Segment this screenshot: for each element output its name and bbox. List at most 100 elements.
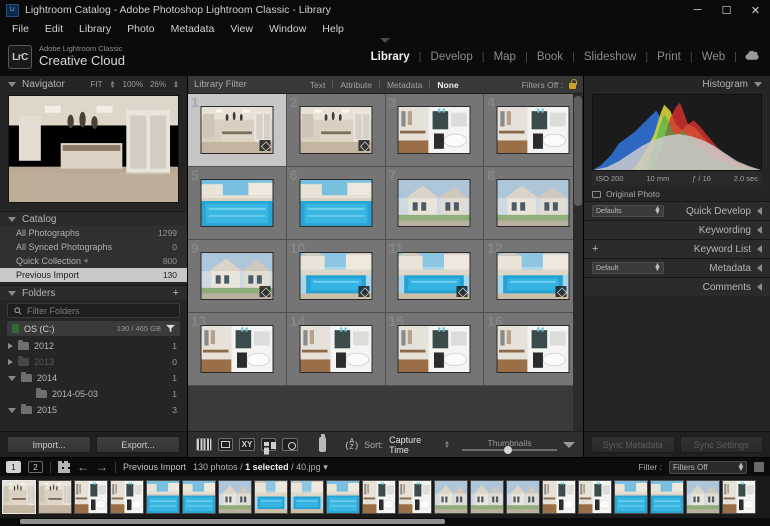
- section-disclosure-icon[interactable]: [757, 283, 762, 291]
- filmstrip-thumbnail[interactable]: [650, 480, 684, 514]
- grid-cell[interactable]: 12: [484, 240, 583, 313]
- loupe-view-icon[interactable]: [217, 438, 234, 451]
- grid-view[interactable]: 1 2 3 4 5 6 7 8 9 10 11 12 13 14 15 16: [188, 94, 583, 431]
- count-caret-icon[interactable]: ▾: [323, 462, 328, 472]
- folder-row[interactable]: 2012 1: [0, 338, 187, 354]
- original-photo-checkbox[interactable]: [592, 190, 601, 198]
- filter-tab-text[interactable]: Text: [303, 80, 333, 90]
- filmstrip-thumbnail[interactable]: [110, 480, 144, 514]
- grid-thumbnail[interactable]: [200, 106, 274, 154]
- filter-badge-icon[interactable]: [754, 462, 764, 472]
- grid-thumbnail[interactable]: [397, 325, 471, 373]
- section-disclosure-icon[interactable]: [757, 207, 762, 215]
- module-library[interactable]: Library: [362, 51, 419, 63]
- sort-az-icon[interactable]: (A Z): [345, 438, 358, 451]
- module-print[interactable]: Print: [648, 51, 690, 63]
- right-section-keyword-list[interactable]: + Keyword List: [584, 239, 770, 258]
- export-button[interactable]: Export...: [96, 436, 180, 453]
- catalog-row[interactable]: All Photographs 1299: [0, 226, 187, 240]
- preset-select[interactable]: Default ▲ ▼: [592, 262, 664, 274]
- grid-view-icon[interactable]: [196, 438, 212, 451]
- navigator-zoom-100[interactable]: 100%: [123, 80, 143, 89]
- filmstrip-filter-select[interactable]: Filters Off ▲ ▼: [669, 460, 747, 474]
- folders-header[interactable]: Folders +: [0, 285, 187, 300]
- right-section-comments[interactable]: Comments: [584, 277, 770, 296]
- crop-badge-icon[interactable]: [358, 286, 370, 297]
- filmstrip-thumbnail[interactable]: [542, 480, 576, 514]
- catalog-disclosure-icon[interactable]: [8, 216, 16, 222]
- folder-disclosure-icon[interactable]: [8, 407, 16, 413]
- sort-stepper-icon[interactable]: ▲ ▼: [444, 440, 450, 450]
- chevron-down-icon[interactable]: [563, 441, 575, 448]
- histogram-disclosure-icon[interactable]: [754, 82, 762, 87]
- compare-view-icon[interactable]: XY: [239, 438, 255, 451]
- filter-tab-attribute[interactable]: Attribute: [333, 80, 379, 90]
- menu-window[interactable]: Window: [262, 22, 313, 36]
- histogram-graph[interactable]: [592, 94, 762, 171]
- grid-cell[interactable]: 10: [286, 240, 386, 313]
- filmstrip-thumbnail[interactable]: [146, 480, 180, 514]
- grid-thumbnail[interactable]: [496, 106, 570, 154]
- filmstrip-thumbnail[interactable]: [722, 480, 756, 514]
- filmstrip-thumbnail[interactable]: [254, 480, 288, 514]
- grid-thumbnail[interactable]: [299, 325, 373, 373]
- survey-view-icon[interactable]: [260, 438, 277, 451]
- navigator-zoom-stepper-icon[interactable]: ▲ ▼: [173, 80, 179, 90]
- sync-metadata-button[interactable]: Sync Metadata: [591, 436, 675, 453]
- filmstrip[interactable]: [0, 476, 770, 518]
- folders-disclosure-icon[interactable]: [8, 290, 16, 296]
- disclosure-triangle-icon[interactable]: [8, 82, 16, 87]
- grid-scrollbar-thumb[interactable]: [574, 96, 582, 206]
- people-view-icon[interactable]: [282, 438, 298, 451]
- grid-cell[interactable]: 3: [385, 94, 485, 167]
- sync-settings-button[interactable]: Sync Settings: [679, 436, 763, 453]
- filmstrip-thumbnail[interactable]: [470, 480, 504, 514]
- filter-stepper-icon[interactable]: ▲ ▼: [737, 461, 745, 473]
- grid-thumbnail[interactable]: [200, 325, 274, 373]
- filmstrip-scrollbar[interactable]: [0, 518, 770, 525]
- filter-folders-input[interactable]: Filter Folders: [7, 303, 180, 318]
- grid-cell[interactable]: 9: [188, 240, 287, 313]
- folder-row[interactable]: 2013 0: [0, 354, 187, 370]
- filmstrip-thumbnail[interactable]: [362, 480, 396, 514]
- folder-row[interactable]: 2015 3: [0, 402, 187, 418]
- filmstrip-source[interactable]: Previous Import: [123, 462, 186, 472]
- menu-file[interactable]: File: [5, 22, 36, 36]
- filmstrip-thumbnail[interactable]: [290, 480, 324, 514]
- filters-off-label[interactable]: Filters Off :: [522, 80, 563, 90]
- right-section-quick-develop[interactable]: Defaults ▲ ▼ Quick Develop: [584, 201, 770, 220]
- filmstrip-thumbnail[interactable]: [74, 480, 108, 514]
- filmstrip-thumbnail[interactable]: [398, 480, 432, 514]
- module-slideshow[interactable]: Slideshow: [575, 51, 645, 63]
- grid-thumbnail[interactable]: [496, 325, 570, 373]
- folder-disclosure-icon[interactable]: [8, 375, 16, 381]
- menu-library[interactable]: Library: [72, 22, 118, 36]
- section-disclosure-icon[interactable]: [757, 226, 762, 234]
- navigator-zoom-custom[interactable]: 26%: [150, 80, 166, 89]
- original-photo-row[interactable]: Original Photo: [592, 187, 762, 201]
- right-section-keywording[interactable]: Keywording: [584, 220, 770, 239]
- sort-value[interactable]: Capture Time: [389, 435, 438, 455]
- crop-badge-icon[interactable]: [259, 140, 271, 151]
- filmstrip-thumbnail[interactable]: [614, 480, 648, 514]
- filmstrip-grid-icon[interactable]: [58, 461, 70, 473]
- folder-disclosure-icon[interactable]: [8, 343, 13, 349]
- menu-metadata[interactable]: Metadata: [164, 22, 222, 36]
- grid-scrollbar[interactable]: [573, 94, 583, 431]
- grid-cell[interactable]: 2: [286, 94, 386, 167]
- catalog-row[interactable]: All Synced Photographs 0: [0, 240, 187, 254]
- histogram-header[interactable]: Histogram: [584, 76, 770, 93]
- spray-can-icon[interactable]: [318, 434, 327, 452]
- grid-cell[interactable]: 6: [286, 167, 386, 240]
- thumbnail-slider-track[interactable]: [462, 446, 557, 454]
- grid-thumbnail[interactable]: [299, 252, 373, 300]
- preset-select[interactable]: Defaults ▲ ▼: [592, 205, 664, 217]
- crop-badge-icon[interactable]: [456, 286, 468, 297]
- close-button[interactable]: ✕: [741, 0, 770, 20]
- module-map[interactable]: Map: [485, 51, 525, 63]
- filmstrip-thumbnail[interactable]: [686, 480, 720, 514]
- cloud-icon[interactable]: [745, 50, 760, 64]
- module-web[interactable]: Web: [693, 51, 734, 63]
- grid-thumbnail[interactable]: [496, 252, 570, 300]
- screen-2-button[interactable]: 2: [28, 461, 43, 473]
